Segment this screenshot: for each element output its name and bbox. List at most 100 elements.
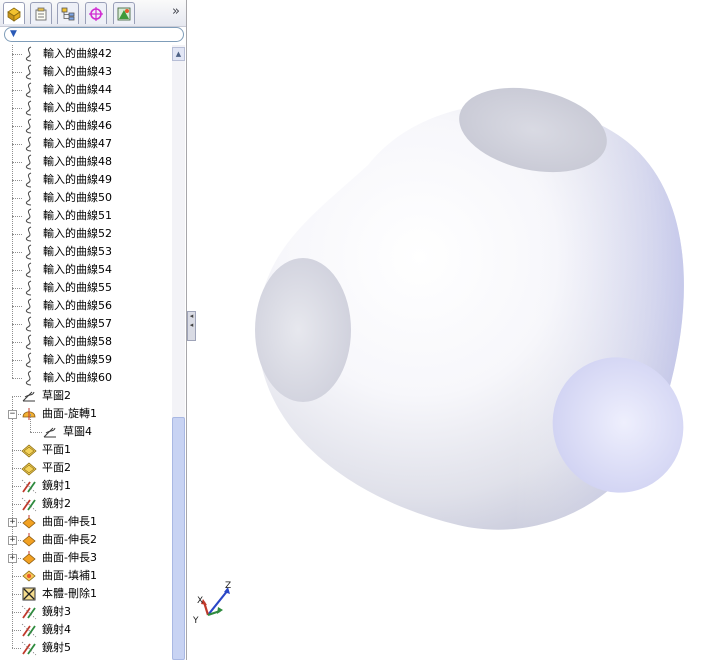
tree-item-label: 草圖4 xyxy=(63,425,92,438)
curve-icon xyxy=(22,316,38,332)
tree-item[interactable]: + 曲面-伸長3 xyxy=(0,549,172,567)
tree-item-label: 平面2 xyxy=(42,461,71,474)
tree-item[interactable]: 鏡射2 xyxy=(0,495,172,513)
tab-dimxpert-manager[interactable] xyxy=(85,2,107,24)
tree-item[interactable]: 輸入的曲線46 xyxy=(0,117,172,135)
sketch-icon xyxy=(42,424,58,440)
tree-connector xyxy=(12,468,21,469)
tree-item[interactable]: 輸入的曲線44 xyxy=(0,81,172,99)
tree-item[interactable]: 輸入的曲線47 xyxy=(0,135,172,153)
tree-connector xyxy=(12,234,22,235)
tree-item-label: 輸入的曲線56 xyxy=(43,299,112,312)
tree-item[interactable]: 鏡射4 xyxy=(0,621,172,639)
curve-icon xyxy=(22,280,38,296)
curve-icon xyxy=(22,118,38,134)
tree-item[interactable]: 輸入的曲線54 xyxy=(0,261,172,279)
tree-item-label: 輸入的曲線52 xyxy=(43,227,112,240)
tree-item[interactable]: 曲面-填補1 xyxy=(0,567,172,585)
tree-connector xyxy=(12,180,22,181)
curve-icon xyxy=(22,226,38,242)
expand-icon[interactable]: + xyxy=(8,536,17,545)
tree-item[interactable]: 輸入的曲線49 xyxy=(0,171,172,189)
scroll-up-arrow-icon[interactable]: ▲ xyxy=(172,47,185,61)
tree-item-label: 輸入的曲線60 xyxy=(43,371,112,384)
more-tabs-button[interactable]: » xyxy=(172,4,180,19)
curve-icon xyxy=(22,334,38,350)
tree-connector xyxy=(12,324,22,325)
tree-item[interactable]: − 曲面-旋轉1 xyxy=(0,405,172,423)
tree-item[interactable]: 本體-刪除1 xyxy=(0,585,172,603)
triad-y-label: Y xyxy=(192,616,199,626)
tree-item[interactable]: 輸入的曲線50 xyxy=(0,189,172,207)
tab-display-manager[interactable] xyxy=(113,2,135,24)
triad-x-label: X xyxy=(197,596,203,606)
3d-model-view xyxy=(255,87,684,530)
tree-item-label: 輸入的曲線43 xyxy=(43,65,112,78)
tab-feature-manager[interactable] xyxy=(3,2,25,24)
tree-connector xyxy=(12,108,22,109)
tree-item[interactable]: 輸入的曲線59 xyxy=(0,351,172,369)
displaymanager-icon xyxy=(117,7,131,20)
mirror-icon xyxy=(21,478,37,494)
curve-icon xyxy=(22,136,38,152)
curve-icon xyxy=(22,172,38,188)
tree-item[interactable]: 輸入的曲線55 xyxy=(0,279,172,297)
tree-item-label: 輸入的曲線46 xyxy=(43,119,112,132)
tree-connector xyxy=(12,216,22,217)
tree-connector xyxy=(12,342,22,343)
collapse-icon[interactable]: − xyxy=(8,410,17,419)
tree-item[interactable]: 輸入的曲線43 xyxy=(0,63,172,81)
tree-item[interactable]: 輸入的曲線58 xyxy=(0,333,172,351)
graphics-viewport[interactable] xyxy=(188,0,707,660)
scrollbar-thumb[interactable] xyxy=(172,417,185,660)
tree-item-label: 輸入的曲線49 xyxy=(43,173,112,186)
tree-item-label: 輸入的曲線48 xyxy=(43,155,112,168)
tree-item[interactable]: 鏡射3 xyxy=(0,603,172,621)
tree-item[interactable]: 草圖4 xyxy=(0,414,172,441)
plane-icon xyxy=(21,442,37,458)
tree-item-label: 鏡射1 xyxy=(42,479,71,492)
tree-item[interactable]: + 曲面-伸長1 xyxy=(0,513,172,531)
tree-scrollbar[interactable]: ▲ xyxy=(172,45,185,660)
tree-item-label: 輸入的曲線50 xyxy=(43,191,112,204)
tree-item[interactable]: 輸入的曲線45 xyxy=(0,99,172,117)
delete-body-icon xyxy=(21,586,37,602)
tree-item[interactable]: + 曲面-伸長2 xyxy=(0,531,172,549)
mirror-icon xyxy=(21,604,37,620)
curve-icon xyxy=(22,244,38,260)
tree-item[interactable]: 鏡射1 xyxy=(0,477,172,495)
mirror-icon xyxy=(21,496,37,512)
tree-connector xyxy=(30,432,42,433)
tree-item[interactable]: 輸入的曲線53 xyxy=(0,243,172,261)
tree-item[interactable]: 鏡射5 xyxy=(0,639,172,657)
tree-connector xyxy=(12,288,22,289)
tree-item-label: 曲面-填補1 xyxy=(42,569,97,582)
tree-item[interactable]: 輸入的曲線57 xyxy=(0,315,172,333)
tree-item[interactable]: 平面1 xyxy=(0,441,172,459)
configurationmanager-icon xyxy=(61,7,75,20)
tree-connector xyxy=(12,54,22,55)
tree-item-label: 曲面-伸長2 xyxy=(42,533,97,546)
curve-icon xyxy=(22,64,38,80)
tree-item[interactable]: 輸入的曲線56 xyxy=(0,297,172,315)
revolve-surface-icon xyxy=(21,406,37,422)
tree-item[interactable]: 輸入的曲線51 xyxy=(0,207,172,225)
tree-item[interactable]: 草圖2 xyxy=(0,387,172,405)
extrude-surface-icon xyxy=(21,532,37,548)
tree-item-label: 輸入的曲線58 xyxy=(43,335,112,348)
tree-item[interactable]: 輸入的曲線60 xyxy=(0,369,172,387)
tree-item[interactable]: 平面2 xyxy=(0,459,172,477)
tree-item[interactable]: 輸入的曲線52 xyxy=(0,225,172,243)
curve-icon xyxy=(22,370,38,386)
tab-property-manager[interactable] xyxy=(30,2,52,24)
expand-icon[interactable]: + xyxy=(8,554,17,563)
expand-icon[interactable]: + xyxy=(8,518,17,527)
tree-connector xyxy=(12,144,22,145)
feature-filter-input[interactable]: ▼ xyxy=(4,27,184,42)
tab-configuration-manager[interactable] xyxy=(57,2,79,24)
tree-item[interactable]: 輸入的曲線48 xyxy=(0,153,172,171)
tree-item[interactable]: 輸入的曲線42 xyxy=(0,45,172,63)
tree-connector xyxy=(12,576,21,577)
dimxpert-icon xyxy=(89,6,103,21)
tree-item-label: 鏡射4 xyxy=(42,623,71,636)
